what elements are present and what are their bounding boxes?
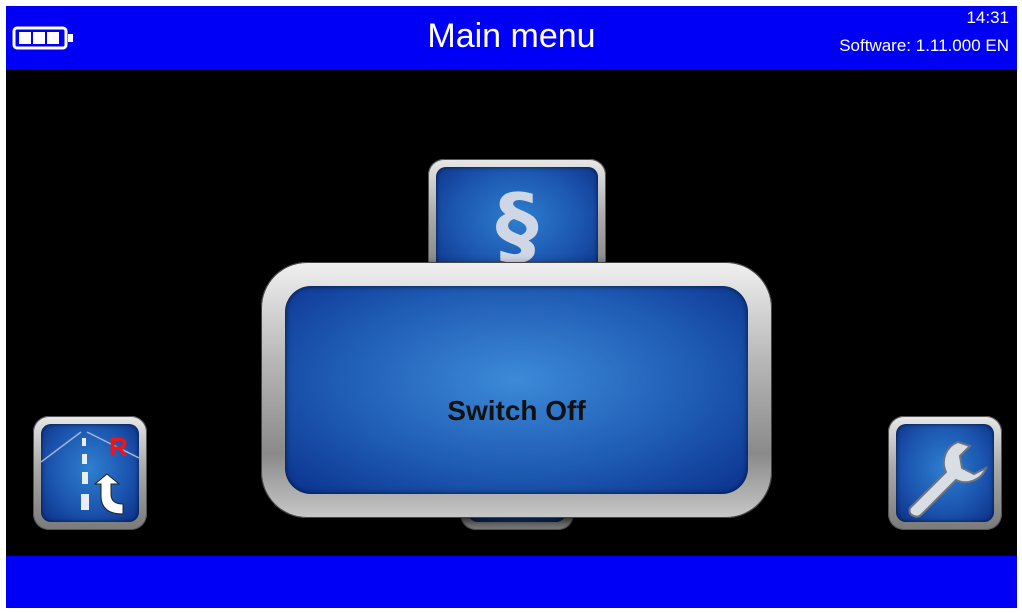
wrench-icon <box>908 440 988 518</box>
paragraph-icon: § <box>495 176 539 276</box>
reverse-road-face: R <box>41 424 139 522</box>
settings-button[interactable] <box>888 416 1002 530</box>
software-version: Software: 1.11.000 EN <box>839 36 1009 55</box>
header-bar: Main menu 14:31 Software: 1.11.000 EN <box>6 6 1017 70</box>
clock: 14:31 <box>966 8 1009 27</box>
device-screen: Main menu 14:31 Software: 1.11.000 EN § … <box>6 6 1017 608</box>
reverse-road-button[interactable]: R <box>33 416 147 530</box>
switch-off-face: Switch Off <box>285 286 748 494</box>
switch-off-dialog[interactable]: Switch Off <box>261 262 772 518</box>
settings-face <box>896 424 994 522</box>
road-reverse-icon: R <box>41 431 139 515</box>
switch-off-label: Switch Off <box>447 395 586 426</box>
reverse-letter: R <box>109 432 128 462</box>
footer-bar <box>6 556 1017 608</box>
